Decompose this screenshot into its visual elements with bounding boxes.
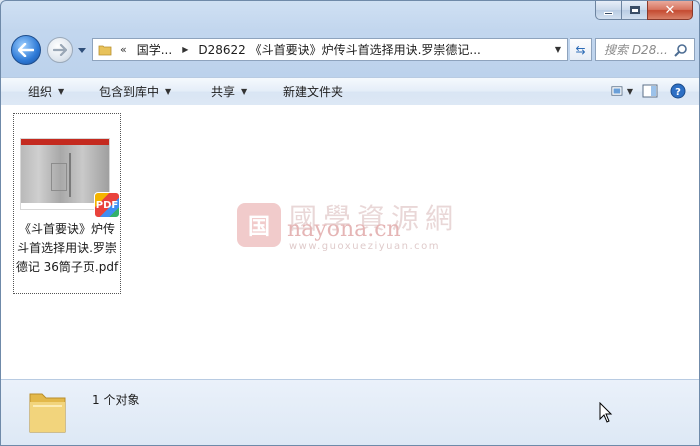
help-icon: ? — [670, 83, 686, 99]
recent-pages-dropdown[interactable] — [77, 46, 87, 56]
caption-buttons: ✕ — [595, 1, 693, 20]
chevron-down-icon — [78, 48, 86, 53]
refresh-icon: ⇆ — [575, 42, 586, 57]
forward-button[interactable] — [47, 37, 73, 63]
watermark-domain: nayona.cn — [287, 217, 401, 242]
watermark-subtitle: www.guoxueziyuan.com — [289, 241, 440, 252]
file-name-label: 《斗首要诀》炉传斗首选择用诀.罗崇德记 36筒子页.pdf — [15, 222, 119, 274]
mouse-cursor-icon — [599, 402, 613, 423]
preview-pane-button[interactable] — [639, 81, 661, 101]
chevron-down-icon: ▼ — [165, 87, 172, 96]
chevron-down-icon: ▼ — [626, 86, 633, 96]
maximize-icon — [629, 6, 640, 14]
file-list-pane[interactable]: PDF 《斗首要诀》炉传斗首选择用诀.罗崇德记 36筒子页.pdf 国 國學資源… — [1, 105, 699, 379]
command-bar: 组织 ▼ 包含到库中 ▼ 共享 ▼ 新建文件夹 ▼ ? — [1, 77, 699, 106]
share-button[interactable]: 共享 ▼ — [211, 83, 247, 100]
back-button[interactable] — [11, 35, 41, 65]
breadcrumb-overflow[interactable]: « — [120, 43, 127, 56]
address-dropdown-icon[interactable]: ▼ — [555, 45, 561, 54]
maximize-button[interactable] — [621, 1, 647, 20]
organize-label: 组织 — [28, 85, 53, 99]
chevron-down-icon: ▼ — [241, 87, 248, 96]
folder-icon — [29, 393, 66, 433]
include-in-library-label: 包含到库中 — [99, 85, 160, 99]
item-count: 1 个对象 — [92, 393, 140, 407]
share-label: 共享 — [211, 85, 236, 99]
refresh-button[interactable]: ⇆ — [570, 38, 592, 61]
search-input[interactable]: 搜索 D28... — [604, 41, 670, 58]
forward-arrow-icon — [53, 44, 67, 56]
minimize-icon — [604, 11, 613, 15]
address-bar[interactable]: « 国学... ▶ D28622 《斗首要诀》炉传斗首选择用诀.罗崇德记... … — [92, 38, 568, 61]
search-box[interactable]: 搜索 D28... — [595, 38, 695, 61]
watermark-logo: 国 — [237, 203, 281, 247]
svg-text:?: ? — [675, 87, 681, 98]
file-item-pdf[interactable]: PDF 《斗首要诀》炉传斗首选择用诀.罗崇德记 36筒子页.pdf — [13, 113, 121, 294]
details-pane: 1 个对象 — [1, 379, 699, 445]
search-icon — [674, 44, 687, 57]
preview-pane-icon — [642, 84, 658, 98]
breadcrumb-item-current[interactable]: D28622 《斗首要诀》炉传斗首选择用诀.罗崇德记... — [198, 41, 481, 58]
folder-icon — [98, 45, 112, 55]
breadcrumb-item-guoxue[interactable]: 国学... — [137, 41, 172, 58]
pdf-file-icon: PDF — [94, 192, 120, 218]
close-icon: ✕ — [664, 2, 676, 18]
breadcrumb-separator-icon[interactable]: ▶ — [182, 45, 188, 54]
new-folder-button[interactable]: 新建文件夹 — [283, 83, 343, 100]
new-folder-label: 新建文件夹 — [283, 85, 344, 99]
view-controls: ▼ ? — [605, 81, 689, 101]
back-arrow-icon — [18, 43, 34, 57]
view-icon — [611, 86, 623, 96]
include-in-library-button[interactable]: 包含到库中 ▼ — [99, 83, 171, 100]
explorer-window: ✕ « 国学... ▶ D28622 《斗首要诀》炉传斗首选择用诀.罗崇德记..… — [0, 0, 700, 446]
close-button[interactable]: ✕ — [647, 1, 693, 20]
navigation-bar: « 国学... ▶ D28622 《斗首要诀》炉传斗首选择用诀.罗崇德记... … — [9, 34, 695, 68]
chevron-down-icon: ▼ — [58, 87, 65, 96]
organize-button[interactable]: 组织 ▼ — [28, 83, 64, 100]
minimize-button[interactable] — [595, 1, 621, 20]
change-view-button[interactable]: ▼ — [611, 81, 633, 101]
help-button[interactable]: ? — [667, 81, 689, 101]
